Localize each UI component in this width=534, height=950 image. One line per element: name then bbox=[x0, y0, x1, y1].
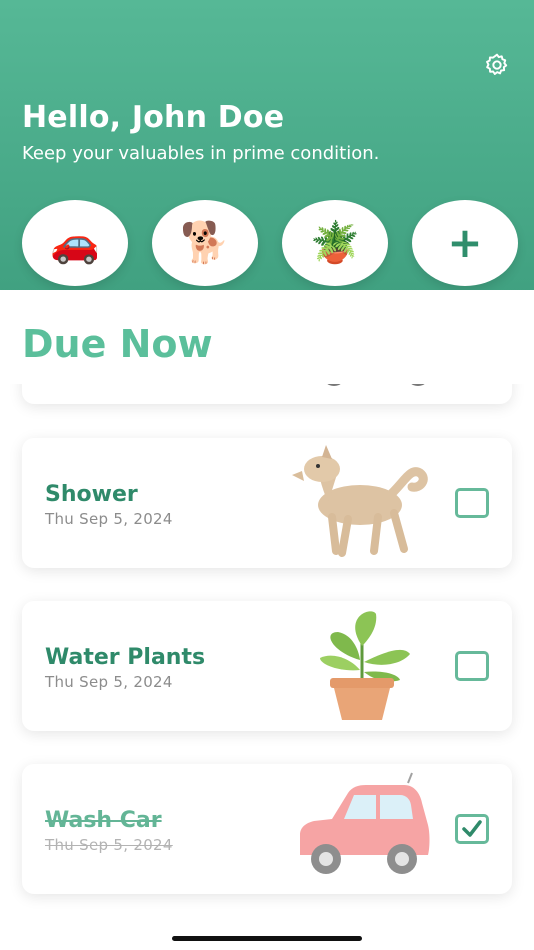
checkmark-icon bbox=[462, 820, 482, 837]
car-icon bbox=[292, 769, 432, 889]
car-icon: 🚗 bbox=[50, 220, 100, 266]
task-title: Water Plants bbox=[45, 645, 206, 670]
task-list[interactable]: Shower Thu Sep 5, 2024 Water Plants Thu … bbox=[0, 384, 534, 950]
home-indicator[interactable] bbox=[172, 936, 362, 941]
category-row: 🚗 🐕 🪴 + bbox=[22, 200, 518, 286]
task-card[interactable]: Water Plants Thu Sep 5, 2024 bbox=[22, 601, 512, 731]
dog-icon bbox=[292, 443, 432, 563]
section-title: Due Now bbox=[22, 322, 213, 366]
wheels-icon bbox=[327, 384, 425, 386]
greeting: Hello, John Doe bbox=[22, 100, 285, 135]
header: Hello, John Doe Keep your valuables in p… bbox=[0, 0, 534, 290]
task-date: Thu Sep 5, 2024 bbox=[45, 510, 173, 528]
category-dog-button[interactable]: 🐕 bbox=[152, 200, 258, 286]
task-title: Wash Car bbox=[45, 808, 162, 833]
task-checkbox[interactable] bbox=[455, 651, 489, 681]
task-date: Thu Sep 5, 2024 bbox=[45, 836, 173, 854]
category-car-button[interactable]: 🚗 bbox=[22, 200, 128, 286]
dog-icon: 🐕 bbox=[180, 220, 230, 266]
task-title: Shower bbox=[45, 482, 138, 507]
add-category-button[interactable]: + bbox=[412, 200, 518, 286]
category-plant-button[interactable]: 🪴 bbox=[282, 200, 388, 286]
subtitle: Keep your valuables in prime condition. bbox=[22, 143, 380, 164]
plant-icon: 🪴 bbox=[310, 220, 360, 266]
plus-icon: + bbox=[447, 218, 483, 267]
task-checkbox-checked[interactable] bbox=[455, 814, 489, 844]
task-card-partial[interactable] bbox=[22, 384, 512, 404]
task-date: Thu Sep 5, 2024 bbox=[45, 673, 173, 691]
gear-icon bbox=[486, 53, 508, 75]
plant-icon bbox=[292, 606, 432, 726]
task-checkbox[interactable] bbox=[455, 488, 489, 518]
task-card[interactable]: Shower Thu Sep 5, 2024 bbox=[22, 438, 512, 568]
task-card-completed[interactable]: Wash Car Thu Sep 5, 2024 bbox=[22, 764, 512, 894]
settings-button[interactable] bbox=[484, 52, 510, 78]
